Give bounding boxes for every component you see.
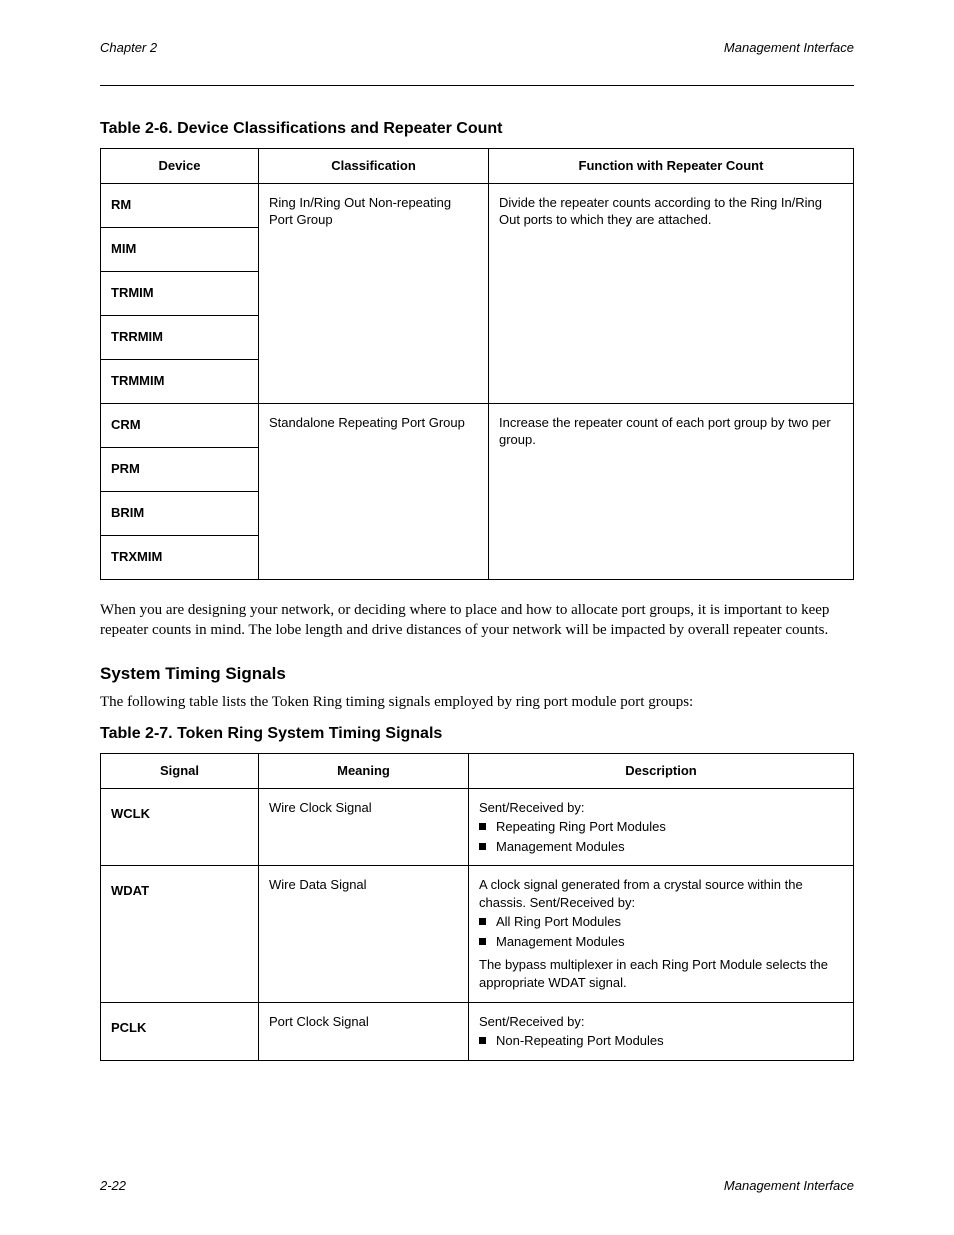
list-item: Management Modules (479, 838, 843, 856)
t2-desc-2: Sent/Received by: Non-Repeating Port Mod… (469, 1002, 854, 1060)
footer-page-number: 2-22 (100, 1178, 126, 1193)
list-item: Management Modules (479, 933, 843, 951)
t2-desc-0-intro: Sent/Received by: (479, 799, 843, 817)
t2-desc-1-intro: A clock signal generated from a crystal … (479, 876, 843, 911)
t2-desc-1: A clock signal generated from a crystal … (469, 866, 854, 1002)
t1-func-1: Increase the repeater count of each port… (489, 403, 854, 579)
header-rule (100, 85, 854, 86)
t1-dev: TRXMIM (101, 535, 259, 579)
t2-signal-0: WCLK (101, 788, 259, 866)
header-section: Management Interface (724, 40, 854, 55)
t2-meaning-0: Wire Clock Signal (259, 788, 469, 866)
t1-dev: TRMMIM (101, 359, 259, 403)
t1-dev: TRRMIM (101, 315, 259, 359)
device-classification-table: Device Classification Function with Repe… (100, 148, 854, 580)
t2-meaning-2: Port Clock Signal (259, 1002, 469, 1060)
t2-hdr-signal: Signal (101, 754, 259, 789)
t1-dev: MIM (101, 227, 259, 271)
table2-title: Table 2-7. Token Ring System Timing Sign… (100, 725, 854, 743)
t2-hdr-meaning: Meaning (259, 754, 469, 789)
bullet-icon (479, 938, 486, 945)
footer-section: Management Interface (724, 1178, 854, 1193)
t2-signal-1: WDAT (101, 866, 259, 1002)
t2-meaning-1: Wire Data Signal (259, 866, 469, 1002)
list-item: Repeating Ring Port Modules (479, 818, 843, 836)
t1-hdr-classification: Classification (259, 149, 489, 184)
t1-dev: TRMIM (101, 271, 259, 315)
t1-hdr-function: Function with Repeater Count (489, 149, 854, 184)
t1-dev: CRM (101, 403, 259, 447)
header-chapter: Chapter 2 (100, 40, 157, 55)
t2-desc-0: Sent/Received by: Repeating Ring Port Mo… (469, 788, 854, 866)
t1-func-0: Divide the repeater counts according to … (489, 183, 854, 403)
list-item: Non-Repeating Port Modules (479, 1032, 843, 1050)
list-item: All Ring Port Modules (479, 913, 843, 931)
t1-dev: RM (101, 183, 259, 227)
t2-desc-1-trail: The bypass multiplexer in each Ring Port… (479, 956, 843, 991)
bullet-icon (479, 1037, 486, 1044)
t1-hdr-device: Device (101, 149, 259, 184)
bullet-icon (479, 918, 486, 925)
table1-title: Table 2-6. Device Classifications and Re… (100, 120, 854, 138)
signals-title: System Timing Signals (100, 664, 854, 684)
t2-hdr-description: Description (469, 754, 854, 789)
t1-dev: PRM (101, 447, 259, 491)
table1-caption: When you are designing your network, or … (100, 600, 854, 641)
timing-signals-table: Signal Meaning Description WCLK Wire Clo… (100, 753, 854, 1061)
bullet-icon (479, 823, 486, 830)
signals-intro: The following table lists the Token Ring… (100, 694, 854, 711)
t1-dev: BRIM (101, 491, 259, 535)
t2-desc-2-intro: Sent/Received by: (479, 1013, 843, 1031)
bullet-icon (479, 843, 486, 850)
t1-class-1: Standalone Repeating Port Group (259, 403, 489, 579)
t1-class-0: Ring In/Ring Out Non-repeating Port Grou… (259, 183, 489, 403)
t2-signal-2: PCLK (101, 1002, 259, 1060)
